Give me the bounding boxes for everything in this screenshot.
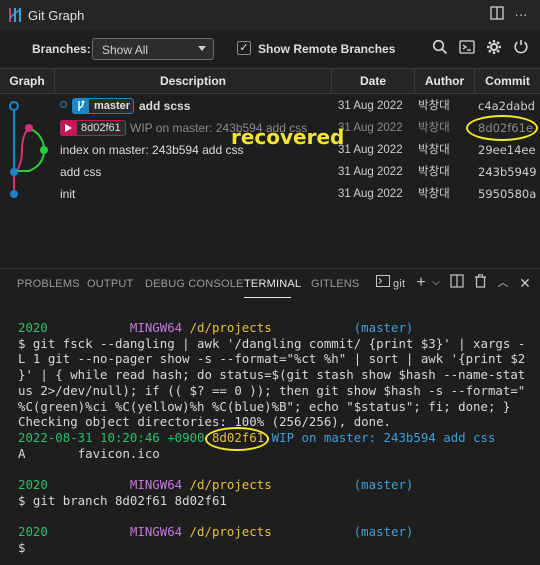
stash-message: WIP on master: 243b594 add css [271, 429, 496, 445]
prompt-path: /d/projects [189, 524, 272, 539]
close-icon[interactable]: ✕ [516, 274, 534, 292]
command-line: %C(green)%ci %C(yellow)%h %C(blue)%B"; e… [18, 398, 511, 414]
column-header-author[interactable]: Author [415, 69, 474, 93]
commit-hash: c4a2dabd [478, 99, 535, 113]
commit-hash: 243b5949 [478, 165, 537, 179]
split-terminal-icon[interactable] [448, 274, 466, 292]
page-title: Git Graph [28, 8, 85, 23]
commit-description: add css [60, 165, 102, 179]
highlight-circle-commit [466, 115, 538, 141]
refresh-icon[interactable] [513, 39, 531, 57]
head-indicator-icon [60, 101, 67, 108]
chevron-down-icon[interactable]: ⌵ [427, 274, 445, 292]
commit-author: 박창대 [418, 122, 450, 134]
stash-ref-label: 8d02f61 [81, 122, 121, 134]
branch-ref-master[interactable]: master [72, 98, 134, 114]
active-tab-indicator [244, 297, 291, 298]
command-line: }' | { while read hash; do status=$(git … [18, 367, 526, 383]
prompt-branch: (master) [353, 524, 414, 539]
trash-icon[interactable] [471, 274, 489, 292]
tab-terminal[interactable]: TERMINAL [244, 278, 301, 290]
commit-description: init [60, 187, 76, 201]
commit-date: 31 Aug 2022 [338, 144, 403, 156]
terminal-name[interactable]: git [393, 278, 405, 290]
branches-dropdown-value: Show All [102, 43, 149, 57]
show-remote-branches-label[interactable]: Show Remote Branches [258, 42, 395, 56]
prompt-path: /d/projects [189, 477, 272, 492]
column-header-date[interactable]: Date [332, 69, 414, 93]
chevron-down-icon [198, 46, 206, 51]
column-header-graph[interactable]: Graph [0, 69, 54, 93]
prompt-line: 2020 MINGW64 /d/projects (master) [18, 320, 413, 336]
commit-author: 박창대 [418, 100, 450, 112]
commit-date: 31 Aug 2022 [338, 166, 403, 178]
highlight-circle-terminal-hash [205, 427, 269, 451]
command-line: L 1 git --no-pager show -s --format="%ct… [18, 351, 526, 367]
branch-ref-label: master [94, 100, 131, 112]
prompt-line: 2020 MINGW64 /d/projects (master) [18, 524, 413, 540]
git-graph-logo-icon [9, 8, 21, 22]
commit-hash: 29ee14ee [478, 143, 536, 157]
prompt-host: MINGW64 [129, 477, 183, 492]
terminal-shell-icon[interactable] [375, 274, 391, 292]
table-row[interactable]: init 31 Aug 2022 박창대 5950580a [0, 183, 540, 205]
stash-icon [61, 121, 77, 135]
prompt-user: 2020 [18, 477, 48, 492]
commit-author: 박창대 [418, 144, 450, 156]
command-line: $ git branch 8d02f61 8d02f61 [18, 492, 227, 508]
column-header-commit[interactable]: Commit [475, 69, 540, 93]
file-status: A [18, 445, 26, 461]
chevron-up-icon[interactable]: ︿ [494, 274, 512, 292]
tab-debug-console[interactable]: DEBUG CONSOLE [145, 278, 244, 290]
show-remote-branches-checkbox[interactable]: ✓ [237, 41, 251, 55]
terminal-output[interactable]: 2020 MINGW64 /d/projects (master) $ git … [18, 320, 538, 555]
branches-dropdown[interactable]: Show All [92, 38, 214, 60]
prompt-user: 2020 [18, 524, 48, 539]
tab-output[interactable]: OUTPUT [87, 278, 133, 290]
commit-date: 31 Aug 2022 [338, 188, 403, 200]
gear-icon[interactable] [486, 39, 504, 57]
output-line: Checking object directories: 100% (256/2… [18, 414, 391, 430]
prompt-host: MINGW64 [129, 524, 183, 539]
column-header-description[interactable]: Description [55, 69, 331, 93]
prompt-branch: (master) [353, 477, 414, 492]
commit-author: 박창대 [418, 188, 450, 200]
commit-date: 31 Aug 2022 [338, 100, 403, 112]
command-line: $ git fsck --dangling | awk '/dangling c… [18, 335, 526, 351]
search-icon[interactable] [432, 39, 450, 57]
table-row[interactable]: master add scss 31 Aug 2022 박창대 c4a2dabd [0, 95, 540, 117]
file-name: favicon.ico [77, 445, 160, 461]
prompt-path: /d/projects [189, 320, 272, 335]
recovered-annotation: recovered [231, 125, 345, 149]
branches-label: Branches: [32, 42, 91, 56]
command-line: $ [18, 539, 26, 555]
commit-hash: 5950580a [478, 187, 537, 201]
commit-description: index on master: 243b594 add css [60, 143, 244, 157]
terminal-icon[interactable] [459, 39, 477, 57]
command-line: us 2>/dev/null); if (( $? == 0 )); then … [18, 382, 526, 398]
stash-file-line: A favicon.ico [18, 446, 160, 462]
prompt-branch: (master) [353, 320, 414, 335]
split-editor-icon[interactable] [488, 6, 506, 24]
git-graph-controls: Branches: Show All ✓ Show Remote Branche… [0, 30, 540, 68]
prompt-line: 2020 MINGW64 /d/projects (master) [18, 477, 413, 493]
prompt-host: MINGW64 [129, 320, 183, 335]
stash-date: 2022-08-31 10:20:46 +0900 [18, 429, 205, 445]
tab-problems[interactable]: PROBLEMS [17, 278, 80, 290]
table-row[interactable]: add css 31 Aug 2022 박창대 243b5949 [0, 161, 540, 183]
commit-description: add scss [139, 99, 191, 113]
commit-table-header: Graph Description Date Author Commit [0, 68, 540, 94]
commit-author: 박창대 [418, 166, 450, 178]
more-actions-icon[interactable]: ··· [512, 6, 530, 24]
git-graph-title-bar: Git Graph ··· [0, 0, 540, 30]
branch-icon [73, 99, 89, 113]
stash-ref[interactable]: 8d02f61 [60, 120, 126, 136]
tab-gitlens[interactable]: GITLENS [311, 278, 359, 290]
commit-date: 31 Aug 2022 [338, 122, 403, 134]
prompt-user: 2020 [18, 320, 48, 335]
